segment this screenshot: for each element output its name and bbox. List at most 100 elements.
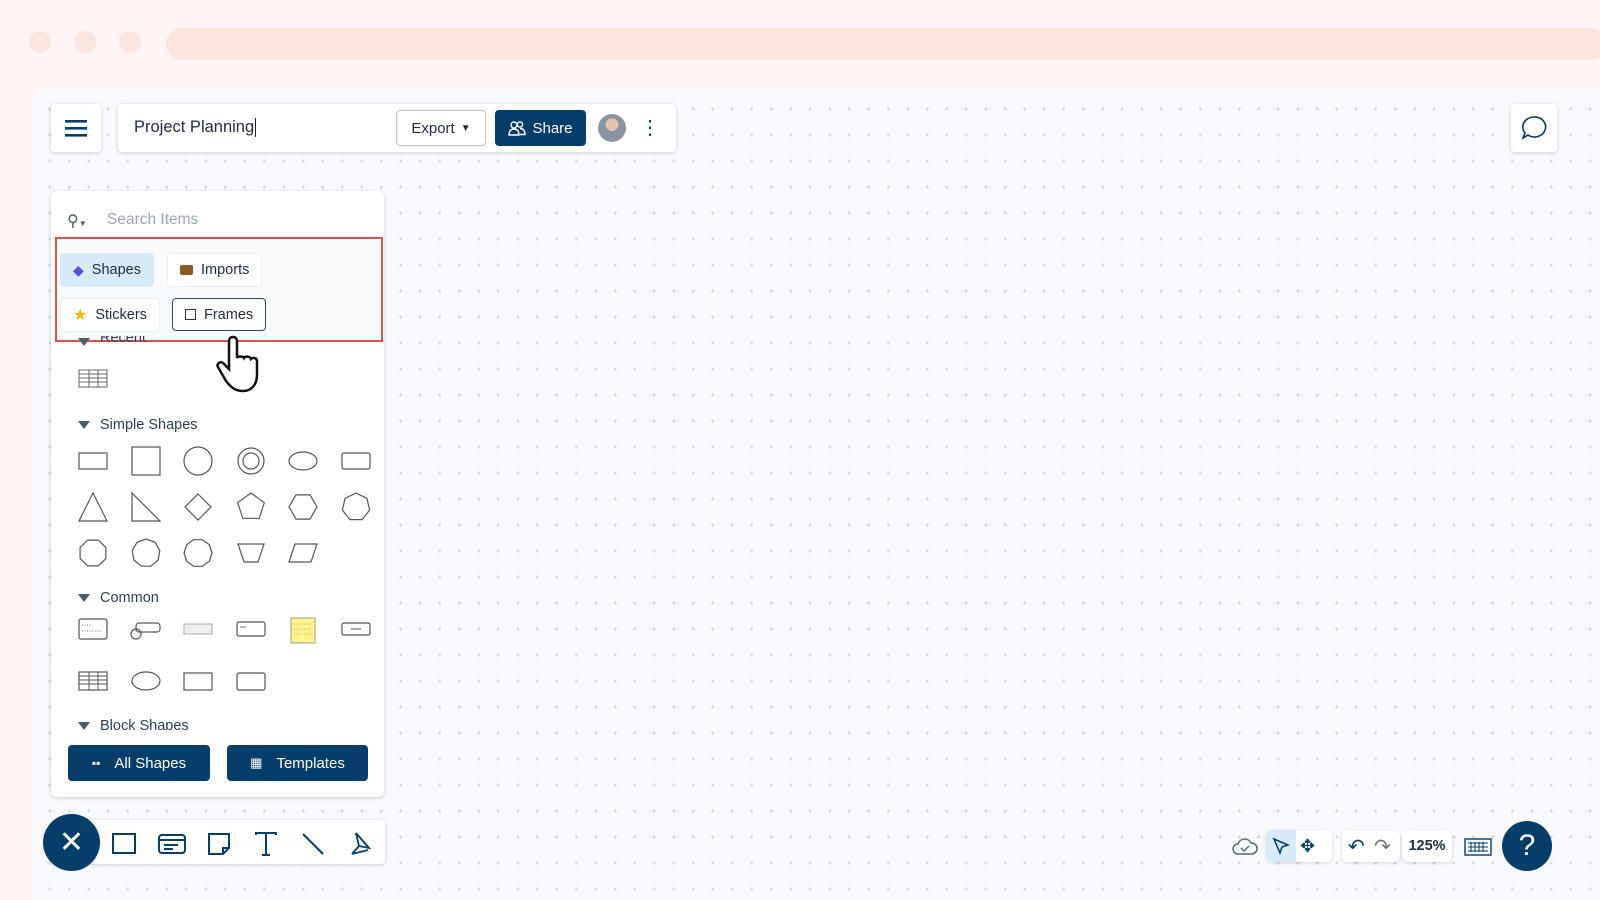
tab-label: Imports [201, 262, 250, 278]
text-card-shape[interactable] [73, 612, 113, 648]
grid-icon: ▪▪ [91, 756, 101, 770]
question-icon: ? [1518, 829, 1536, 862]
right-triangle-shape[interactable] [126, 489, 166, 525]
comments-button[interactable] [1511, 104, 1557, 152]
ellipse-shape[interactable] [283, 443, 323, 479]
tab-label: Shapes [91, 262, 141, 278]
export-label: Export [411, 119, 455, 137]
tab-imports[interactable]: Imports [167, 253, 263, 287]
pentagon-shape[interactable] [231, 489, 271, 525]
section-label: Simple Shapes [100, 417, 198, 433]
trapezoid-shape[interactable] [231, 535, 271, 571]
undo-icon: ↶ [1348, 836, 1365, 858]
octagon-shape[interactable] [73, 535, 113, 571]
rectangle-icon [112, 833, 136, 854]
caret-icon [78, 421, 90, 429]
pen-icon [351, 832, 372, 855]
redo-icon: ↷ [1374, 836, 1391, 858]
ellipse-icon [130, 671, 161, 691]
donut-shape[interactable] [231, 443, 271, 479]
tab-shapes[interactable]: ◆ Shapes [60, 253, 154, 287]
triangle-icon [78, 491, 108, 522]
right-triangle-icon [130, 491, 161, 522]
diamond-shape[interactable] [178, 489, 218, 525]
share-label: Share [532, 119, 573, 137]
rectangle-icon [183, 672, 213, 691]
tab-frames[interactable]: Frames [172, 298, 267, 331]
search-input[interactable] [107, 211, 357, 229]
help-button[interactable]: ? [1502, 821, 1552, 871]
document-title[interactable]: Project Planning [134, 118, 257, 137]
rectangle-shape[interactable] [73, 443, 113, 479]
pentagon-icon [236, 492, 265, 519]
text-tool[interactable] [248, 826, 284, 862]
rounded-rectangle-icon [235, 672, 266, 691]
rectangle-icon [78, 452, 108, 470]
section-label: Recent [100, 336, 146, 346]
frame-icon [185, 309, 196, 320]
tab-stickers[interactable]: ★ Stickers [60, 298, 160, 332]
parallelogram-shape[interactable] [283, 535, 323, 571]
circle-icon [183, 446, 213, 476]
section-recent[interactable]: Recent [78, 336, 146, 346]
text-icon [255, 832, 277, 856]
table-shape[interactable] [73, 663, 113, 699]
undo-button[interactable]: ↶ [1348, 834, 1365, 859]
triangle-shape[interactable] [73, 489, 113, 525]
sticky-note-icon [290, 617, 316, 644]
zoom-level[interactable]: 125% [1402, 830, 1452, 862]
parallelogram-icon [288, 543, 318, 563]
decagon-shape[interactable] [178, 535, 218, 571]
keyboard-icon[interactable] [1464, 838, 1492, 856]
ellipse-icon [288, 451, 318, 471]
ellipse-shape[interactable] [126, 663, 166, 699]
card-icon [158, 834, 186, 854]
section-common[interactable]: Common [78, 590, 159, 606]
comment-icon [1521, 116, 1547, 140]
hexagon-shape[interactable] [283, 489, 323, 525]
pointer-hand-icon [216, 335, 259, 393]
user-avatar[interactable] [598, 114, 626, 142]
ruler-shape[interactable] [178, 612, 218, 648]
button-label: All Shapes [114, 754, 187, 772]
export-button[interactable]: Export ▼ [396, 110, 486, 146]
ruler-icon [183, 623, 213, 635]
sticky-note-tool[interactable] [201, 826, 237, 862]
button-shape-shape[interactable] [336, 612, 376, 648]
section-block-shapes[interactable]: Block Shapes [78, 718, 189, 730]
redo-button[interactable]: ↷ [1374, 834, 1391, 859]
nonagon-shape[interactable] [126, 535, 166, 571]
share-button[interactable]: Share [495, 110, 586, 146]
decagon-icon [183, 539, 213, 567]
pen-tool[interactable] [342, 826, 378, 862]
menu-button[interactable] [51, 104, 101, 152]
square-shape[interactable] [126, 443, 166, 479]
all-shapes-button[interactable]: ▪▪ All Shapes [68, 745, 210, 781]
select-tool[interactable] [1266, 830, 1296, 862]
square-icon [130, 446, 161, 476]
circle-shape[interactable] [178, 443, 218, 479]
rounded-rectangle-shape[interactable] [336, 443, 376, 479]
tag-shape[interactable] [126, 612, 166, 648]
search-icon[interactable]: ⚲▼ [67, 211, 87, 231]
card-tool[interactable] [154, 826, 190, 862]
templates-button[interactable]: ▦ Templates [227, 745, 368, 781]
section-simple-shapes[interactable]: Simple Shapes [78, 417, 198, 433]
line-tool[interactable] [295, 826, 331, 862]
pan-tool[interactable]: ✥ [1300, 836, 1315, 857]
heptagon-icon [341, 492, 370, 521]
move-arrows-icon: ✥ [1300, 836, 1316, 856]
table-shape[interactable] [78, 369, 118, 405]
rectangle-tool[interactable] [106, 826, 142, 862]
heptagon-shape[interactable] [336, 489, 376, 525]
rectangle-shape[interactable] [178, 663, 218, 699]
more-options-icon[interactable]: ⋮ [640, 118, 660, 138]
sticky-note-shape[interactable] [283, 612, 323, 648]
rounded-rectangle-shape[interactable] [231, 663, 271, 699]
window-dot-minimize [74, 31, 96, 53]
close-toolbar-button[interactable]: ✕ [43, 814, 100, 871]
button-shape-icon [340, 622, 371, 636]
label-box-shape[interactable] [231, 612, 271, 648]
diamond-icon: ◆ [73, 261, 84, 278]
caret-icon [78, 338, 90, 346]
